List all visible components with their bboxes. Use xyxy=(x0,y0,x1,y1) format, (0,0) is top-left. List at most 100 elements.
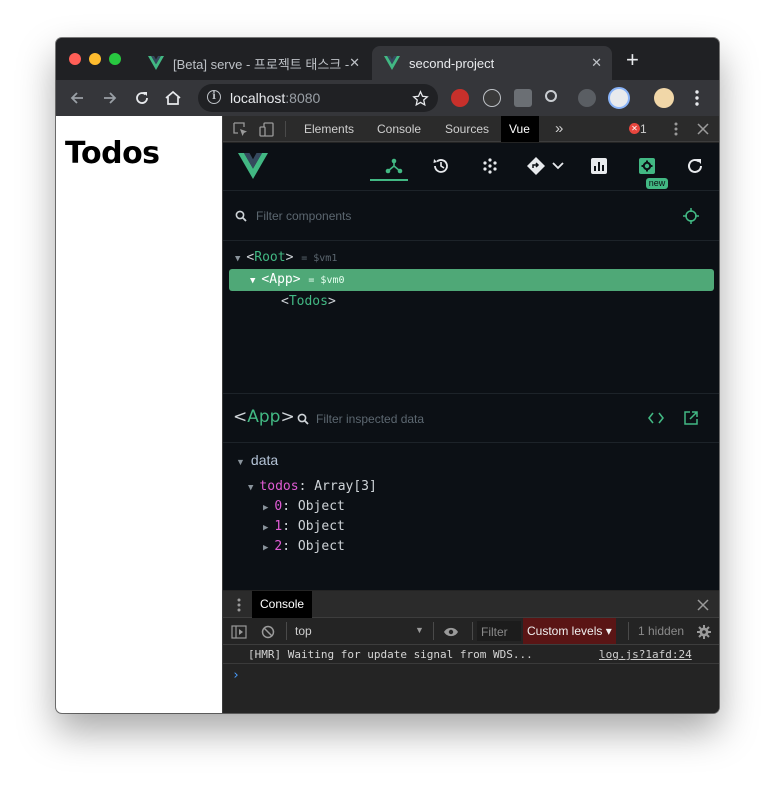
data-row-todos[interactable]: ▼ todos: Array[3] xyxy=(248,477,377,497)
filter-data-input[interactable]: Filter inspected data xyxy=(316,412,424,426)
caret-down-icon[interactable]: ▼ xyxy=(236,457,245,467)
more-tabs-icon[interactable]: » xyxy=(547,116,571,142)
data-section-header[interactable]: ▼ data xyxy=(236,450,278,470)
back-icon[interactable] xyxy=(67,88,87,108)
menu-icon[interactable] xyxy=(687,88,707,108)
performance-tab-icon[interactable] xyxy=(588,155,610,177)
site-info-icon[interactable]: i xyxy=(207,90,221,104)
lightbulb-extension-icon[interactable] xyxy=(483,89,501,107)
data-value: Array[3] xyxy=(314,479,377,494)
tab-elements[interactable]: Elements xyxy=(296,116,362,142)
vue-logo-icon xyxy=(148,56,164,70)
magnifier-extension-icon[interactable] xyxy=(545,90,557,102)
address-bar[interactable]: i localhost:8080 xyxy=(198,84,438,112)
reload-icon[interactable] xyxy=(132,88,152,108)
shield-extension-icon[interactable] xyxy=(608,87,630,109)
tree-node-app[interactable]: ▼ <App> = $vm0 xyxy=(229,269,714,291)
drawer-menu-icon[interactable] xyxy=(229,595,249,615)
component-filter[interactable]: Filter components xyxy=(223,191,719,241)
devtools-panel: Elements Console Sources Vue » ✕ 1 new F… xyxy=(222,116,719,713)
browser-window: [Beta] serve - 프로젝트 태스크 - Vu ✕ second-pr… xyxy=(56,38,719,713)
routing-tab-icon[interactable] xyxy=(525,155,547,177)
log-levels-dropdown[interactable]: Custom levels ▾ xyxy=(523,618,616,644)
console-filter-input[interactable]: Filter xyxy=(477,621,521,641)
browser-toolbar: i localhost:8080 xyxy=(56,80,719,116)
url-port: :8080 xyxy=(285,90,321,106)
search-icon xyxy=(297,413,309,425)
console-drawer: Console top ▼ Filter Custom levels ▾ 1 h… xyxy=(223,591,719,713)
caret-down-icon[interactable]: ▼ xyxy=(250,276,255,286)
active-tab-underline xyxy=(370,179,408,181)
error-count[interactable]: 1 xyxy=(636,116,655,142)
caret-right-icon[interactable]: ▶ xyxy=(263,523,268,533)
log-source-link[interactable]: log.js?1afd:24 xyxy=(599,648,692,661)
vue-devtools: new Filter components ▼ <Root> = $vm1 ▼ <A… xyxy=(223,143,719,590)
context-selector[interactable]: top xyxy=(295,624,312,638)
close-devtools-icon[interactable] xyxy=(693,119,713,139)
data-row-item[interactable]: ▶ 2: Object xyxy=(263,537,345,557)
dropdown-arrow-icon[interactable]: ▼ xyxy=(415,625,424,635)
console-toolbar: top ▼ Filter Custom levels ▾ 1 hidden xyxy=(223,618,719,645)
checkmark-extension-icon[interactable] xyxy=(514,89,532,107)
devtools-menu-icon[interactable] xyxy=(666,119,686,139)
tab-beta-serve[interactable]: [Beta] serve - 프로젝트 태스크 - Vu ✕ xyxy=(136,46,370,80)
close-tab-icon[interactable]: ✕ xyxy=(591,55,602,71)
settings-tab-icon[interactable] xyxy=(636,155,658,177)
caret-down-icon[interactable]: ▼ xyxy=(248,483,253,493)
vuex-tab-icon[interactable] xyxy=(479,155,501,177)
console-log-entry: [HMR] Waiting for update signal from WDS… xyxy=(223,645,719,664)
caret-right-icon[interactable]: ▶ xyxy=(263,543,268,553)
history-tab-icon[interactable] xyxy=(430,155,452,177)
console-prompt[interactable]: › xyxy=(232,668,240,683)
sidebar-toggle-icon[interactable] xyxy=(229,622,249,642)
device-toolbar-icon[interactable] xyxy=(257,120,275,138)
tab-vue[interactable]: Vue xyxy=(501,116,539,142)
live-expression-eye-icon[interactable] xyxy=(441,622,461,642)
tab-second-project[interactable]: second-project ✕ xyxy=(372,46,612,80)
tab-sources[interactable]: Sources xyxy=(437,116,497,142)
clear-console-icon[interactable] xyxy=(258,622,278,642)
inspect-element-icon[interactable] xyxy=(231,120,249,138)
close-window-button[interactable] xyxy=(69,53,81,65)
vue-header: new xyxy=(223,143,719,191)
data-row-item[interactable]: ▶ 1: Object xyxy=(263,517,345,537)
data-key: 0 xyxy=(274,499,283,514)
bookmark-star-icon[interactable] xyxy=(410,88,430,108)
tree-node-todos[interactable]: <Todos> xyxy=(281,291,336,313)
tab-label: second-project xyxy=(409,55,495,71)
caret-right-icon[interactable]: ▶ xyxy=(263,503,268,513)
open-external-icon[interactable] xyxy=(684,411,698,425)
new-tab-button[interactable]: + xyxy=(626,49,639,71)
forward-icon[interactable] xyxy=(100,88,120,108)
home-icon[interactable] xyxy=(163,88,183,108)
minimize-window-button[interactable] xyxy=(89,53,101,65)
inspected-component-name: <App> xyxy=(233,407,295,427)
tag-close: > xyxy=(327,294,336,309)
code-icon[interactable] xyxy=(648,412,664,424)
tab-console[interactable]: Console xyxy=(369,116,429,142)
m-extension-icon[interactable] xyxy=(578,89,596,107)
console-settings-gear-icon[interactable] xyxy=(694,622,714,642)
avatar[interactable] xyxy=(654,88,674,108)
filter-components-input[interactable]: Filter components xyxy=(256,209,351,223)
maximize-window-button[interactable] xyxy=(109,53,121,65)
chevron-down-icon[interactable] xyxy=(547,155,569,177)
tree-node-root[interactable]: ▼ <Root> = $vm1 xyxy=(235,247,337,269)
target-icon[interactable] xyxy=(683,208,699,224)
inspected-data: ▼ data ▼ todos: Array[3] ▶ 0: Object ▶ 1: Ob… xyxy=(223,443,719,590)
devtools-tab-bar: Elements Console Sources Vue » ✕ 1 xyxy=(223,116,719,142)
component-tree: ▼ <Root> = $vm1 ▼ <App> = $vm0 <Todos> xyxy=(223,241,719,393)
close-tab-icon[interactable]: ✕ xyxy=(349,55,360,71)
inspector-header: <App> Filter inspected data xyxy=(223,393,719,443)
drawer-tab-console[interactable]: Console xyxy=(252,591,313,618)
search-icon xyxy=(235,210,247,222)
refresh-icon[interactable] xyxy=(684,155,706,177)
tab-strip: [Beta] serve - 프로젝트 태스크 - Vu ✕ second-pr… xyxy=(56,38,719,80)
adblock-extension-icon[interactable] xyxy=(451,89,469,107)
close-drawer-icon[interactable] xyxy=(693,595,713,615)
data-row-item[interactable]: ▶ 0: Object xyxy=(263,497,345,517)
caret-down-icon[interactable]: ▼ xyxy=(235,254,240,264)
components-tab-icon[interactable] xyxy=(383,155,405,177)
vue-logo-icon xyxy=(384,56,400,70)
tag-close: > xyxy=(280,407,295,427)
